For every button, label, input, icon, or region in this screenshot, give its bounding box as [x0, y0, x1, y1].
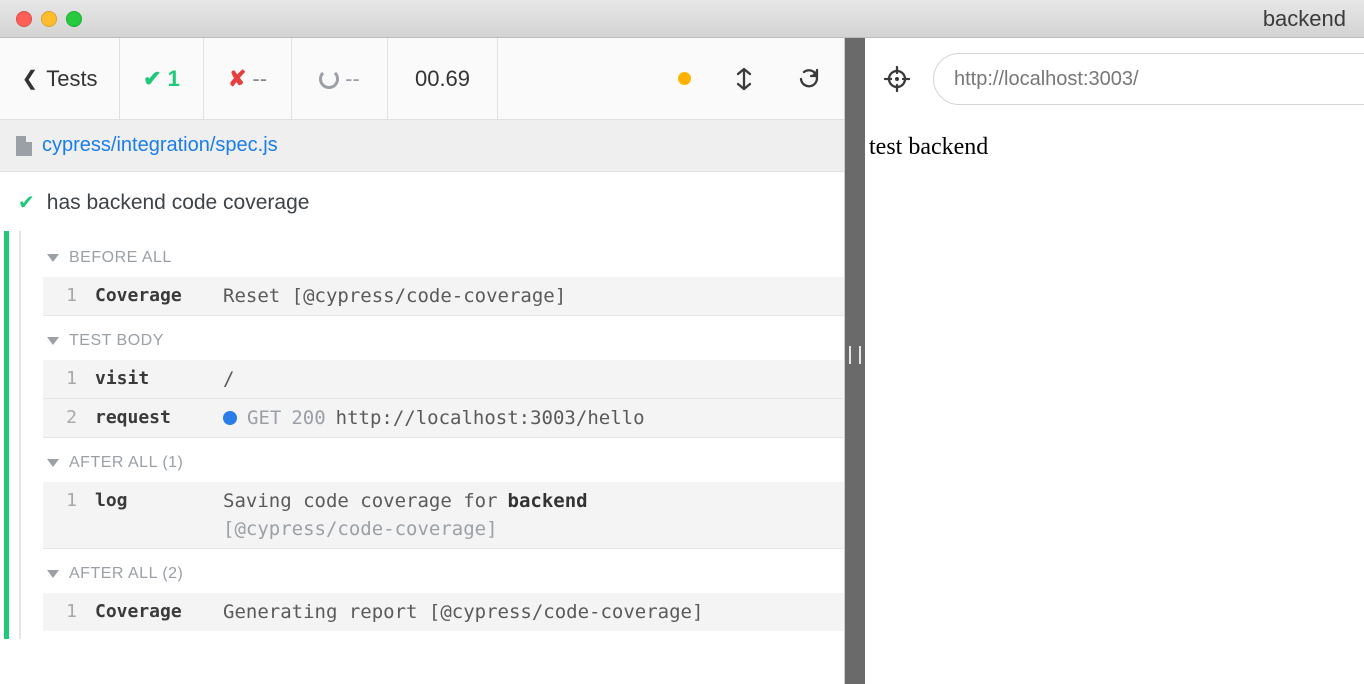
command-row[interactable]: 1 visit /	[43, 360, 844, 399]
duration-value: 00.69	[415, 66, 470, 92]
caret-down-icon	[47, 254, 59, 262]
minimize-window-icon[interactable]	[41, 11, 57, 27]
check-icon: ✔	[143, 66, 161, 92]
back-to-tests-button[interactable]: ❮ Tests	[0, 38, 120, 119]
command-row[interactable]: 1 log Saving code coverage for backend […	[43, 482, 844, 549]
url-input[interactable]: http://localhost:3003/	[933, 53, 1364, 105]
app-body-text: test backend	[869, 134, 988, 160]
spinner-icon	[319, 69, 339, 89]
close-window-icon[interactable]	[16, 11, 32, 27]
test-title: has backend code coverage	[47, 191, 310, 215]
caret-down-icon	[47, 337, 59, 345]
resize-gutter[interactable]	[845, 38, 865, 684]
spec-file-row[interactable]: cypress/integration/spec.js	[0, 120, 844, 172]
app-preview-panel: http://localhost:3003/ test backend	[865, 38, 1364, 684]
command-row[interactable]: 1 Coverage Generating report [@cypress/c…	[43, 593, 844, 631]
log-text-bold: backend	[508, 490, 588, 512]
auto-scroll-status[interactable]	[654, 38, 714, 119]
reporter-panel: ❮ Tests ✔ 1 ✘ -- -- 00.69	[0, 38, 845, 684]
section-label: AFTER ALL (2)	[69, 565, 183, 583]
status-dot-icon	[678, 72, 691, 85]
reporter-toolbar: ❮ Tests ✔ 1 ✘ -- -- 00.69	[0, 38, 844, 120]
command-message: Reset [@cypress/code-coverage]	[223, 285, 830, 307]
command-message: Saving code coverage for backend	[223, 490, 830, 512]
selector-playground-button[interactable]	[875, 57, 919, 101]
command-message-sub: [@cypress/code-coverage]	[223, 518, 830, 540]
command-number: 1	[57, 601, 77, 622]
viewport-icon	[733, 66, 755, 92]
window-title: backend	[1263, 6, 1352, 32]
crosshair-icon	[883, 65, 911, 93]
command-number: 1	[57, 285, 77, 306]
x-icon: ✘	[228, 66, 246, 92]
pending-count[interactable]: --	[292, 38, 388, 119]
request-status: 200	[291, 407, 325, 429]
command-message: Generating report [@cypress/code-coverag…	[223, 601, 830, 623]
reload-icon	[796, 66, 822, 92]
check-icon: ✔	[18, 190, 35, 215]
url-text: http://localhost:3003/	[954, 68, 1139, 91]
app-under-test[interactable]: test backend	[865, 120, 1364, 175]
failed-count[interactable]: ✘ --	[204, 38, 292, 119]
command-number: 2	[57, 407, 77, 428]
section-after-all-2[interactable]: AFTER ALL (2)	[43, 549, 844, 593]
reload-button[interactable]	[774, 38, 844, 119]
section-after-all-1[interactable]: AFTER ALL (1)	[43, 438, 844, 482]
caret-down-icon	[47, 459, 59, 467]
section-before-all[interactable]: BEFORE ALL	[43, 233, 844, 277]
failed-number: --	[252, 66, 267, 92]
section-label: AFTER ALL (1)	[69, 454, 183, 472]
request-method: GET	[247, 407, 281, 429]
section-test-body[interactable]: TEST BODY	[43, 316, 844, 360]
spec-path: cypress/integration/spec.js	[42, 134, 278, 157]
window-controls	[16, 11, 82, 27]
test-row[interactable]: ✔ has backend code coverage	[0, 176, 844, 231]
command-name: Coverage	[95, 601, 205, 622]
tests-list: ✔ has backend code coverage BEFORE ALL 1…	[0, 172, 844, 684]
preview-toolbar: http://localhost:3003/	[865, 38, 1364, 120]
section-label: BEFORE ALL	[69, 249, 172, 267]
command-message: /	[223, 368, 830, 390]
command-name: log	[95, 490, 205, 511]
section-label: TEST BODY	[69, 332, 164, 350]
caret-down-icon	[47, 570, 59, 578]
window-titlebar: backend	[0, 0, 1364, 38]
viewport-button[interactable]	[714, 38, 774, 119]
command-name: request	[95, 407, 205, 428]
command-name: visit	[95, 368, 205, 389]
command-name: Coverage	[95, 285, 205, 306]
passed-number: 1	[168, 66, 180, 92]
test-commands: BEFORE ALL 1 Coverage Reset [@cypress/co…	[4, 231, 844, 639]
chevron-left-icon: ❮	[21, 66, 38, 91]
command-number: 1	[57, 368, 77, 389]
zoom-window-icon[interactable]	[66, 11, 82, 27]
back-label: Tests	[46, 66, 97, 92]
pending-number: --	[345, 66, 360, 92]
command-row[interactable]: 1 Coverage Reset [@cypress/code-coverage…	[43, 277, 844, 316]
passed-count[interactable]: ✔ 1	[120, 38, 204, 119]
toolbar-spacer	[498, 38, 654, 119]
command-row[interactable]: 2 request GET 200 http://localhost:3003/…	[43, 399, 844, 438]
file-icon	[16, 136, 32, 156]
command-number: 1	[57, 490, 77, 511]
log-text: Saving code coverage for	[223, 490, 498, 512]
command-message: GET 200 http://localhost:3003/hello	[223, 407, 830, 429]
request-url: http://localhost:3003/hello	[336, 407, 645, 429]
duration: 00.69	[388, 38, 498, 119]
request-status-dot-icon	[223, 411, 237, 425]
